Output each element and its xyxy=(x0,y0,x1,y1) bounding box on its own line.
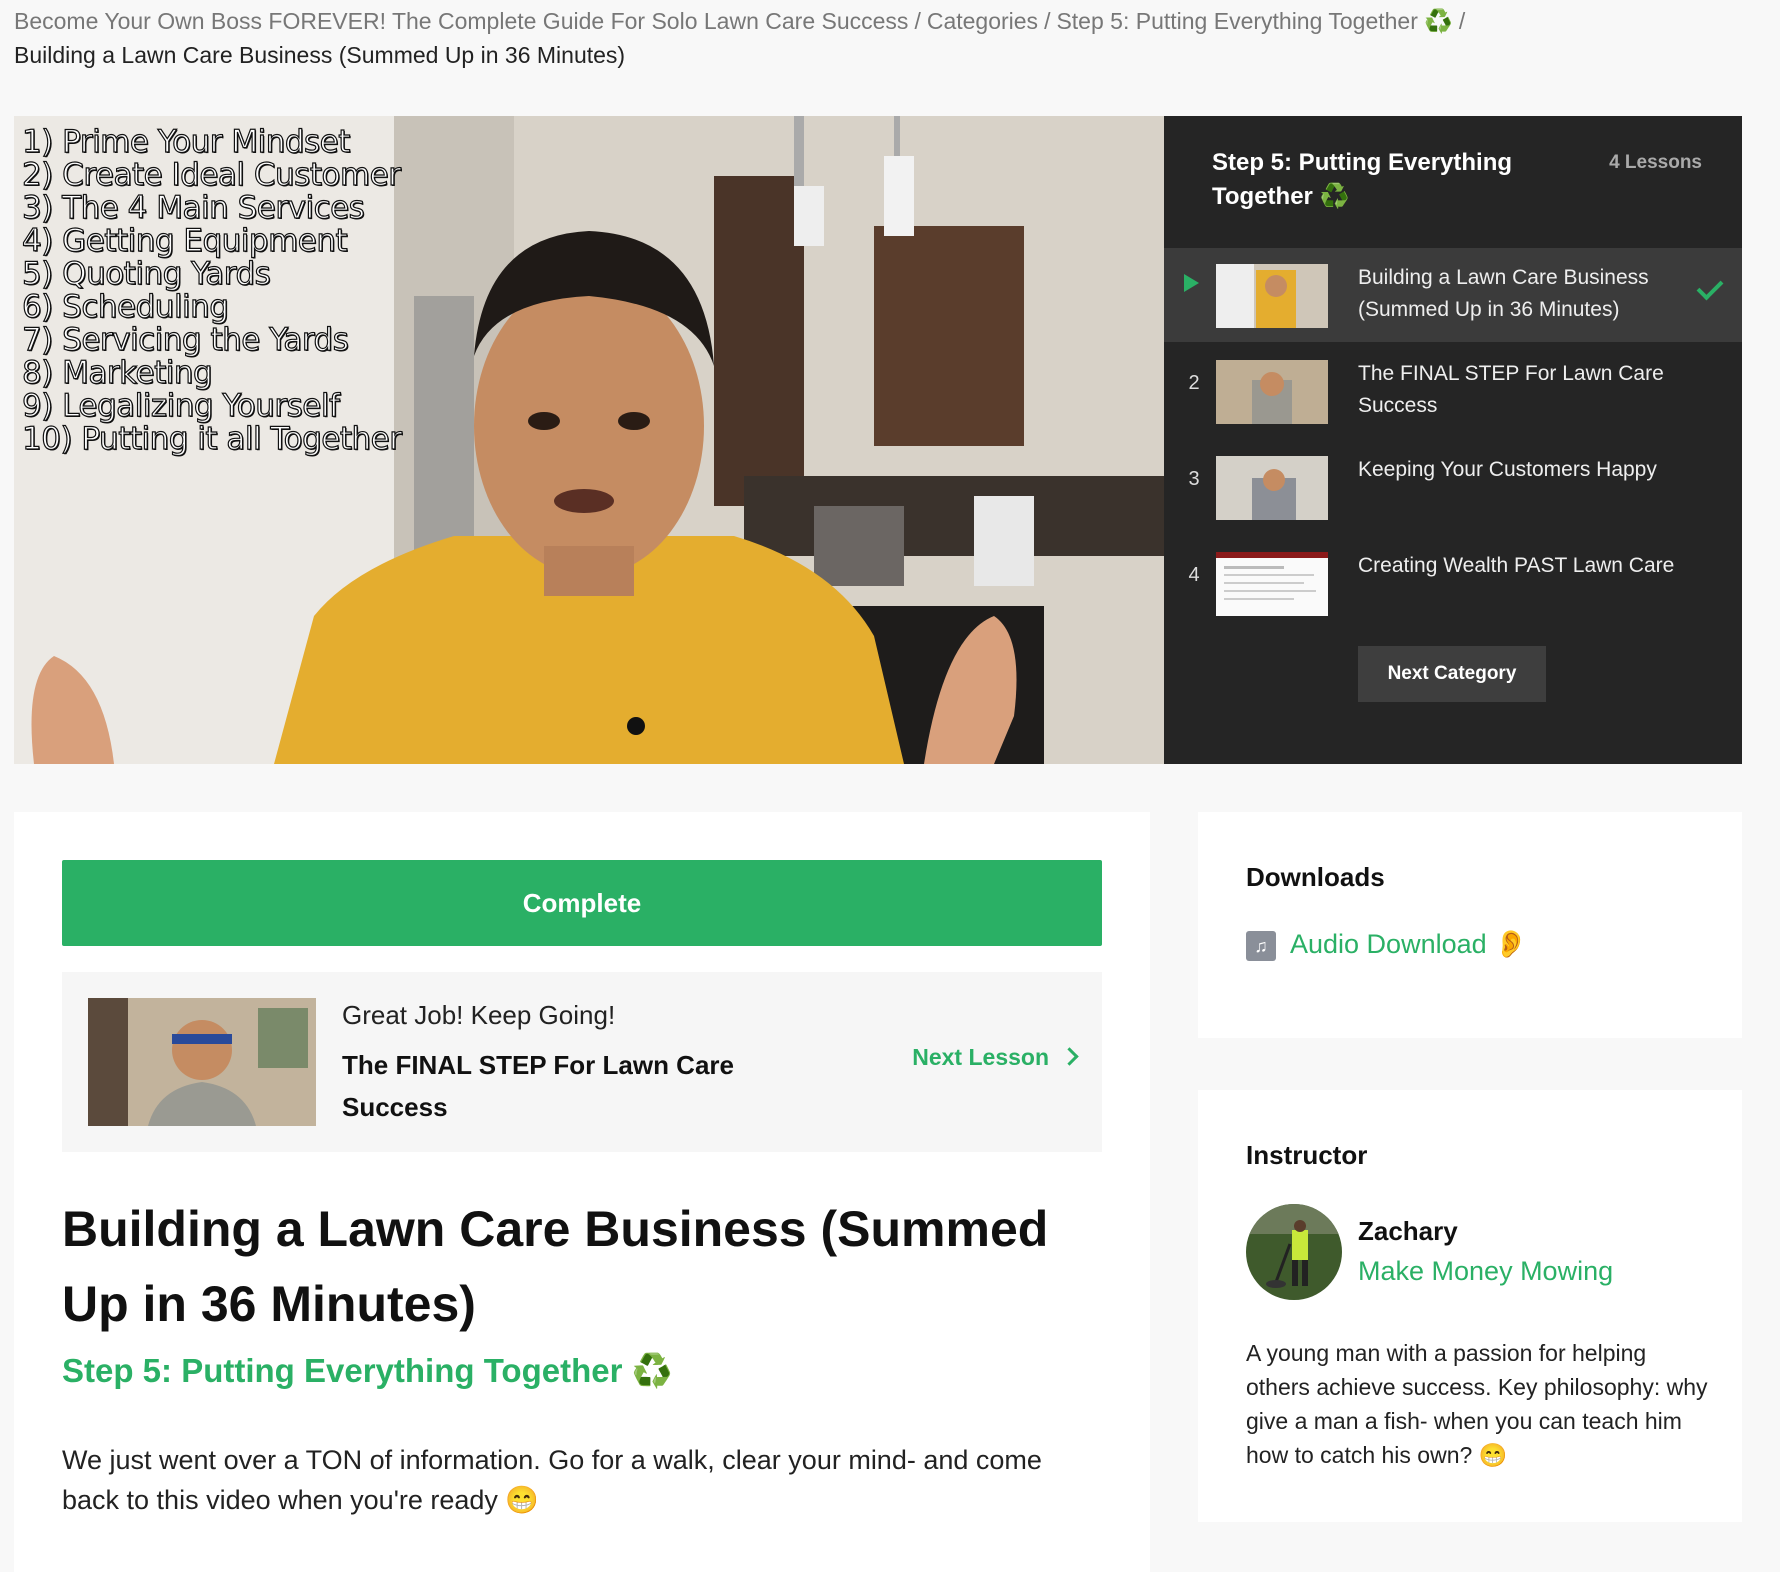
next-lesson-label: Next Lesson xyxy=(912,1044,1049,1070)
video-topic: 6) Scheduling xyxy=(21,289,229,325)
sidebar-lesson-2[interactable]: 2 The FINAL STEP For Lawn Care Success xyxy=(1164,344,1742,438)
lesson-number: 4 xyxy=(1188,564,1200,586)
video-topic: 4) Getting Equipment xyxy=(21,223,348,259)
instructor-card: Instructor Zachary Make Money Mowing A y… xyxy=(1198,1090,1742,1522)
encouragement-text: Great Job! Keep Going! xyxy=(342,1000,616,1030)
lesson-thumbnail xyxy=(1216,264,1328,328)
breadcrumb-current: Building a Lawn Care Business (Summed Up… xyxy=(14,42,626,68)
avatar xyxy=(1246,1204,1342,1300)
breadcrumb-categories[interactable]: Categories xyxy=(927,8,1038,34)
sidebar-title: Step 5: Putting Everything Together ♻️ xyxy=(1212,149,1513,210)
instructor-heading: Instructor xyxy=(1246,1140,1368,1170)
lesson-thumbnail xyxy=(1216,552,1328,616)
downloads-heading: Downloads xyxy=(1246,862,1385,892)
video-topic: 2) Create Ideal Customer xyxy=(21,157,401,193)
video-topic: 7) Servicing the Yards xyxy=(21,322,349,358)
lesson-number: 2 xyxy=(1188,372,1200,394)
sidebar-lesson-4[interactable]: 4 Creating Wealth PAST Lawn Care xyxy=(1164,536,1742,630)
sidebar-lesson-1[interactable]: Building a Lawn Care Business (Summed Up… xyxy=(1164,248,1742,342)
breadcrumb: Become Your Own Boss FOREVER! The Comple… xyxy=(14,4,1754,72)
lesson-content-card: Complete Great Job! Keep Going! The FINA… xyxy=(14,812,1150,1572)
lesson-count: 4 Lessons xyxy=(1609,152,1702,173)
breadcrumb-separator: / xyxy=(1458,8,1466,34)
lesson-sidebar: Step 5: Putting Everything Together ♻️ 4… xyxy=(1164,116,1742,764)
next-category-button[interactable]: Next Category xyxy=(1358,646,1546,702)
video-topic: 3) The 4 Main Services xyxy=(21,190,365,226)
audio-download-label: Audio Download 👂 xyxy=(1290,929,1528,959)
video-topic: 5) Quoting Yards xyxy=(21,256,271,292)
next-lesson-box: Great Job! Keep Going! The FINAL STEP Fo… xyxy=(62,972,1102,1152)
complete-button[interactable]: Complete xyxy=(62,860,1102,946)
lesson-thumbnail xyxy=(1216,360,1328,424)
lesson-title: Creating Wealth PAST Lawn Care xyxy=(1358,554,1675,577)
breadcrumb-separator: / xyxy=(1044,8,1051,34)
lesson-title: Building a Lawn Care Business (Summed Up… xyxy=(1358,266,1649,321)
lesson-title: Keeping Your Customers Happy xyxy=(1358,458,1657,481)
video-player[interactable]: 1) Prime Your Mindset 2) Create Ideal Cu… xyxy=(14,116,1164,764)
checkmark-icon xyxy=(1696,273,1724,301)
sidebar-lesson-3[interactable]: 3 Keeping Your Customers Happy xyxy=(1164,440,1742,534)
chevron-right-icon xyxy=(1060,1047,1079,1066)
lesson-number: 3 xyxy=(1188,468,1200,490)
page-title: Building a Lawn Care Business (Summed Up… xyxy=(62,1201,1049,1332)
video-topic: 9) Legalizing Yourself xyxy=(21,388,340,424)
music-note-icon: ♫ xyxy=(1246,930,1276,961)
breadcrumb-step[interactable]: Step 5: Putting Everything Together ♻️ xyxy=(1056,8,1452,34)
breadcrumb-course[interactable]: Become Your Own Boss FOREVER! The Comple… xyxy=(14,8,908,34)
sidebar-header: Step 5: Putting Everything Together ♻️ 4… xyxy=(1212,146,1702,214)
video-topics-list: 1) Prime Your Mindset 2) Create Ideal Cu… xyxy=(21,124,402,457)
video-topic: 1) Prime Your Mindset xyxy=(21,124,351,160)
lesson-description: We just went over a TON of information. … xyxy=(62,1445,1042,1515)
next-lesson-thumbnail[interactable] xyxy=(88,998,316,1126)
instructor-bio: A young man with a passion for helping o… xyxy=(1246,1340,1708,1468)
video-topic: 8) Marketing xyxy=(21,355,213,391)
play-icon xyxy=(1184,274,1199,292)
breadcrumb-separator: / xyxy=(914,8,921,34)
step-subtitle: Step 5: Putting Everything Together ♻️ xyxy=(62,1352,673,1389)
next-lesson-title[interactable]: The FINAL STEP For Lawn Care Success xyxy=(342,1044,762,1128)
audio-download-link[interactable]: ♫ Audio Download 👂 xyxy=(1246,928,1528,961)
lesson-thumbnail xyxy=(1216,456,1328,520)
instructor-name: Zachary xyxy=(1358,1216,1458,1246)
next-lesson-link[interactable]: Next Lesson xyxy=(912,1044,1079,1071)
instructor-subtitle[interactable]: Make Money Mowing xyxy=(1358,1256,1613,1287)
downloads-card: Downloads ♫ Audio Download 👂 xyxy=(1198,812,1742,1038)
video-topic: 10) Putting it all Together xyxy=(21,421,402,457)
lesson-title: The FINAL STEP For Lawn Care Success xyxy=(1358,362,1664,417)
player-row: 1) Prime Your Mindset 2) Create Ideal Cu… xyxy=(14,116,1742,764)
